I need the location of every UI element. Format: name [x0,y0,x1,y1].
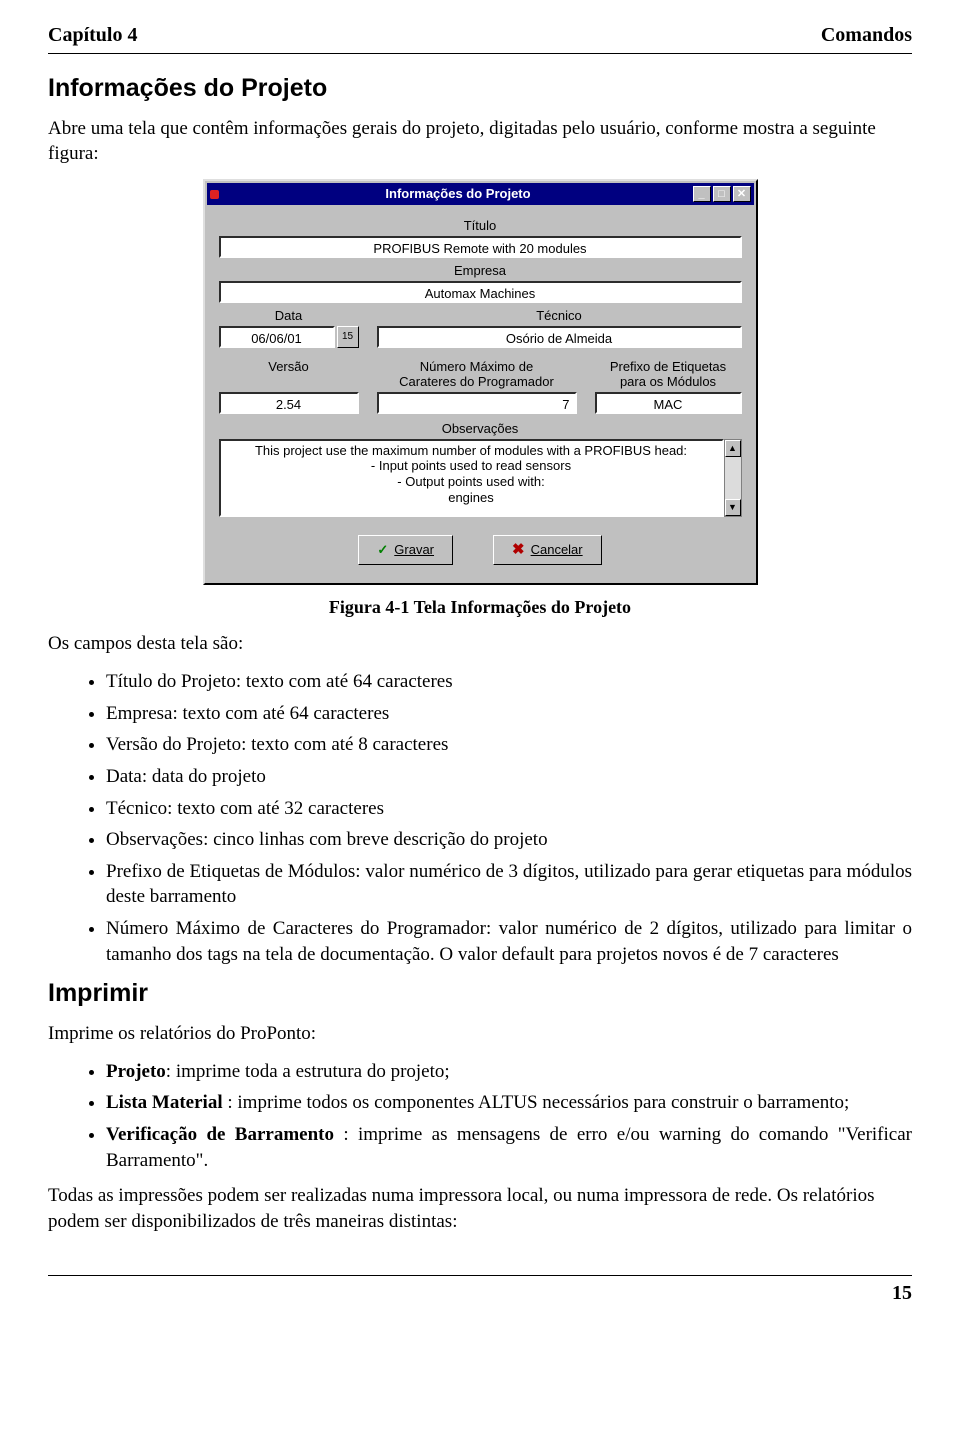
textarea-observ[interactable]: This project use the maximum number of m… [219,439,724,517]
label-empresa: Empresa [219,264,742,279]
chapter-section: Comandos [821,22,912,49]
input-versao[interactable]: 2.54 [219,392,359,414]
scroll-down-icon[interactable]: ▼ [725,499,741,516]
window-title: Informações do Projeto [224,185,693,203]
page-header: Capítulo 4 Comandos [48,22,912,54]
imprimir-intro: Imprime os relatórios do ProPonto: [48,1021,912,1047]
list-item: Técnico: texto com até 32 caracteres [106,796,912,822]
date-picker-button[interactable]: 15 [337,326,359,348]
input-tecnico[interactable]: Osório de Almeida [377,326,742,348]
list-item: Projeto: imprime toda a estrutura do pro… [106,1059,912,1085]
list-item: Observações: cinco linhas com breve desc… [106,827,912,853]
page-footer: 15 [48,1275,912,1307]
section-title-info: Informações do Projeto [48,72,912,106]
cancelar-button[interactable]: ✖ Cancelar [493,535,602,565]
scrollbar-observ[interactable]: ▲ ▼ [724,439,742,517]
list-item: Verificação de Barramento : imprime as m… [106,1122,912,1173]
fields-intro: Os campos desta tela são: [48,631,912,657]
input-data[interactable]: 06/06/01 [219,326,335,348]
label-data: Data [219,309,359,324]
field-bullets: Título do Projeto: texto com até 64 cara… [48,669,912,967]
list-item: Número Máximo de Caracteres do Programad… [106,916,912,967]
list-item: Versão do Projeto: texto com até 8 carac… [106,732,912,758]
list-item: Data: data do projeto [106,764,912,790]
list-item: Título do Projeto: texto com até 64 cara… [106,669,912,695]
close-button[interactable]: ✕ [733,186,751,202]
chapter-label: Capítulo 4 [48,22,137,49]
imprimir-outro: Todas as impressões podem ser realizadas… [48,1183,912,1234]
cancelar-label: Cancelar [531,542,583,557]
section-title-imprimir: Imprimir [48,977,912,1011]
gravar-button[interactable]: ✓ Gravar [358,535,453,565]
input-empresa[interactable]: Automax Machines [219,281,742,303]
list-item: Lista Material : imprime todos os compon… [106,1090,912,1116]
window-icon [210,190,219,199]
input-titulo[interactable]: PROFIBUS Remote with 20 modules [219,236,742,258]
label-prefixo: Prefixo de Etiquetas para os Módulos [595,360,742,390]
label-observ: Observações [219,422,742,437]
label-tecnico: Técnico [377,309,742,324]
gravar-label: Gravar [394,542,434,557]
imprimir-bullets: Projeto: imprime toda a estrutura do pro… [48,1059,912,1174]
checkmark-icon: ✓ [377,541,388,559]
input-prefixo[interactable]: MAC [595,392,742,414]
label-versao: Versão [219,360,359,390]
maximize-button[interactable]: □ [713,186,731,202]
figure-caption: Figura 4-1 Tela Informações do Projeto [48,595,912,619]
input-numcar[interactable]: 7 [377,392,577,414]
window-titlebar[interactable]: Informações do Projeto _ □ ✕ [207,183,754,205]
figure-window: Informações do Projeto _ □ ✕ Título PROF… [48,179,912,585]
page-number: 15 [892,1282,912,1304]
x-icon: ✖ [512,540,525,560]
list-item: Empresa: texto com até 64 caracteres [106,701,912,727]
intro-paragraph-1: Abre uma tela que contêm informações ger… [48,116,912,167]
minimize-button[interactable]: _ [693,186,711,202]
scroll-up-icon[interactable]: ▲ [725,440,741,457]
label-titulo: Título [219,219,742,234]
label-numcar: Número Máximo de Carateres do Programado… [377,360,577,390]
list-item: Prefixo de Etiquetas de Módulos: valor n… [106,859,912,910]
